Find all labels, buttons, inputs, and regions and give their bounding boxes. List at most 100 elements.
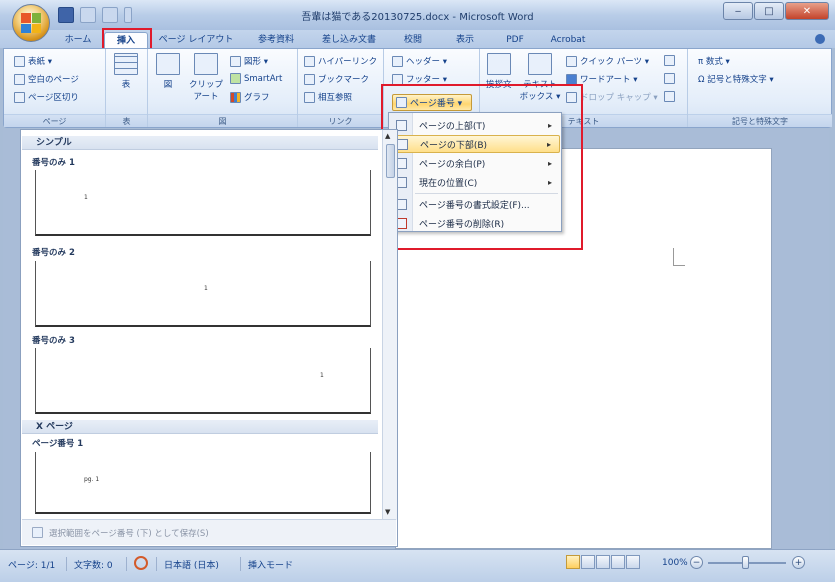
dropcap-label: ドロップ キャップ ▾ xyxy=(580,93,658,103)
page-break-icon xyxy=(14,91,25,103)
word-count[interactable]: 文字数: 0 xyxy=(74,558,113,571)
gallery-item-page-x[interactable]: pg. 1 xyxy=(35,452,371,514)
proofing-icon[interactable] xyxy=(134,556,148,570)
print-layout-view-icon[interactable] xyxy=(566,555,580,569)
gallery-section-header: X ページ xyxy=(22,420,378,434)
table-group: 表 表 xyxy=(106,49,148,127)
tab-references[interactable]: 参考資料 xyxy=(250,32,302,48)
shapes-label: 図形 ▾ xyxy=(244,57,268,67)
page-number-gallery: シンプル 番号のみ 1 1 番号のみ 2 1 番号のみ 3 1 X ページ ペー… xyxy=(20,129,398,547)
page-number-highlight xyxy=(381,84,583,250)
chart-button[interactable]: グラフ xyxy=(230,91,270,103)
smartart-button[interactable]: SmartArt xyxy=(230,73,282,84)
tab-view[interactable]: 表示 xyxy=(450,32,480,48)
zoom-in-button[interactable]: + xyxy=(792,556,805,569)
symbol-button[interactable]: Ω 記号と特殊文字 ▾ xyxy=(698,73,774,85)
blank-page-icon xyxy=(14,73,25,85)
status-separator xyxy=(156,557,157,571)
links-group-label: リンク xyxy=(298,114,383,127)
chart-label: グラフ xyxy=(244,93,270,103)
page-group-label: ページ xyxy=(4,114,105,127)
textbox-icon xyxy=(528,53,552,75)
tab-mailings[interactable]: 差し込み文書 xyxy=(316,32,382,48)
zoom-slider-thumb[interactable] xyxy=(742,556,749,569)
scrollbar-thumb[interactable] xyxy=(386,144,395,178)
gallery-item-label: 番号のみ 3 xyxy=(32,336,75,346)
gallery-item-plain-number-1[interactable]: 1 xyxy=(35,170,371,236)
smartart-label: SmartArt xyxy=(244,73,283,84)
bookmark-button[interactable]: ブックマーク xyxy=(304,73,369,85)
quickparts-button[interactable]: クイック パーツ ▾ xyxy=(566,55,649,67)
hyperlink-button[interactable]: ハイパーリンク xyxy=(304,55,377,67)
equation-button[interactable]: π 数式 ▾ xyxy=(698,55,730,67)
cover-page-icon xyxy=(14,55,25,67)
tab-home[interactable]: ホーム xyxy=(58,32,98,48)
outline-view-icon[interactable] xyxy=(611,555,625,569)
links-group: ハイパーリンク ブックマーク 相互参照 リンク xyxy=(298,49,384,127)
status-bar: ページ: 1/1 文字数: 0 日本語 (日本) 挿入モード 100% − + xyxy=(0,549,835,582)
minimize-button[interactable]: ‒ xyxy=(723,2,753,20)
chart-icon xyxy=(230,91,241,103)
scroll-down-icon[interactable]: ▼ xyxy=(385,508,390,516)
office-logo-icon xyxy=(21,13,41,33)
draft-view-icon[interactable] xyxy=(626,555,640,569)
picture-button[interactable]: 図 xyxy=(156,53,180,90)
illustrations-group: 図 クリップ アート 図形 ▾ SmartArt グラフ 図 xyxy=(148,49,298,127)
quickparts-icon xyxy=(566,55,577,67)
cross-reference-icon xyxy=(304,91,315,103)
gallery-sample: pg. 1 xyxy=(84,476,100,483)
wordart-icon xyxy=(566,73,577,85)
signature-line-icon xyxy=(664,55,675,66)
signature-line-button[interactable] xyxy=(664,55,675,66)
view-buttons xyxy=(566,555,640,569)
gallery-item-plain-number-2[interactable]: 1 xyxy=(35,261,371,327)
tab-page-layout[interactable]: ページ レイアウト xyxy=(158,32,234,48)
table-icon xyxy=(114,53,138,75)
gallery-item-label: 番号のみ 2 xyxy=(32,248,75,258)
zoom-out-button[interactable]: − xyxy=(690,556,703,569)
zoom-level[interactable]: 100% xyxy=(662,558,688,568)
shapes-icon xyxy=(230,55,241,67)
maximize-button[interactable]: □ xyxy=(754,2,784,20)
picture-label: 図 xyxy=(163,80,173,90)
page-count[interactable]: ページ: 1/1 xyxy=(8,558,55,571)
footer-icon xyxy=(392,73,403,85)
gallery-scrollbar[interactable]: ▲ ▼ xyxy=(382,130,397,520)
blank-page-button[interactable]: 空白のページ xyxy=(14,73,79,85)
window-title: 吾輩は猫である20130725.docx - Microsoft Word xyxy=(301,12,534,23)
clipart-button[interactable]: クリップ アート xyxy=(188,53,224,102)
insert-mode-indicator[interactable]: 挿入モード xyxy=(248,558,293,571)
gallery-item-plain-number-3[interactable]: 1 xyxy=(35,348,371,414)
status-separator xyxy=(66,557,67,571)
gallery-section-header: シンプル xyxy=(22,136,378,150)
table-button[interactable]: 表 xyxy=(114,53,138,90)
gallery-item-label: ページ番号 1 xyxy=(32,439,84,449)
close-button[interactable]: ✕ xyxy=(785,2,829,20)
save-to-gallery-icon xyxy=(32,527,43,538)
language-indicator[interactable]: 日本語 (日本) xyxy=(164,558,219,571)
full-screen-view-icon[interactable] xyxy=(581,555,595,569)
office-button[interactable] xyxy=(12,4,50,42)
scroll-up-icon[interactable]: ▲ xyxy=(385,132,390,140)
cover-page-button[interactable]: 表紙 ▾ xyxy=(14,55,52,67)
help-icon[interactable] xyxy=(815,34,825,44)
gallery-sample: 1 xyxy=(204,285,208,292)
shapes-button[interactable]: 図形 ▾ xyxy=(230,55,268,67)
save-to-gallery-label: 選択範囲をページ番号 (下) として保存(S) xyxy=(49,528,209,539)
cover-page-label: 表紙 ▾ xyxy=(28,57,52,67)
date-time-button[interactable] xyxy=(664,73,675,84)
header-button[interactable]: ヘッダー ▾ xyxy=(392,55,447,67)
hyperlink-label: ハイパーリンク xyxy=(318,57,378,67)
hyperlink-icon xyxy=(304,55,315,67)
tab-acrobat[interactable]: Acrobat xyxy=(544,32,592,48)
save-selection-to-gallery: 選択範囲をページ番号 (下) として保存(S) xyxy=(22,519,396,545)
table-group-label: 表 xyxy=(106,114,147,127)
object-button[interactable] xyxy=(664,91,675,102)
tab-review[interactable]: 校閲 xyxy=(398,32,428,48)
cross-reference-label: 相互参照 xyxy=(318,93,353,103)
cross-reference-button[interactable]: 相互参照 xyxy=(304,91,352,103)
tab-pdf[interactable]: PDF xyxy=(500,32,530,48)
page-break-button[interactable]: ページ区切り xyxy=(14,91,79,103)
web-layout-view-icon[interactable] xyxy=(596,555,610,569)
greeting-icon xyxy=(486,53,511,75)
